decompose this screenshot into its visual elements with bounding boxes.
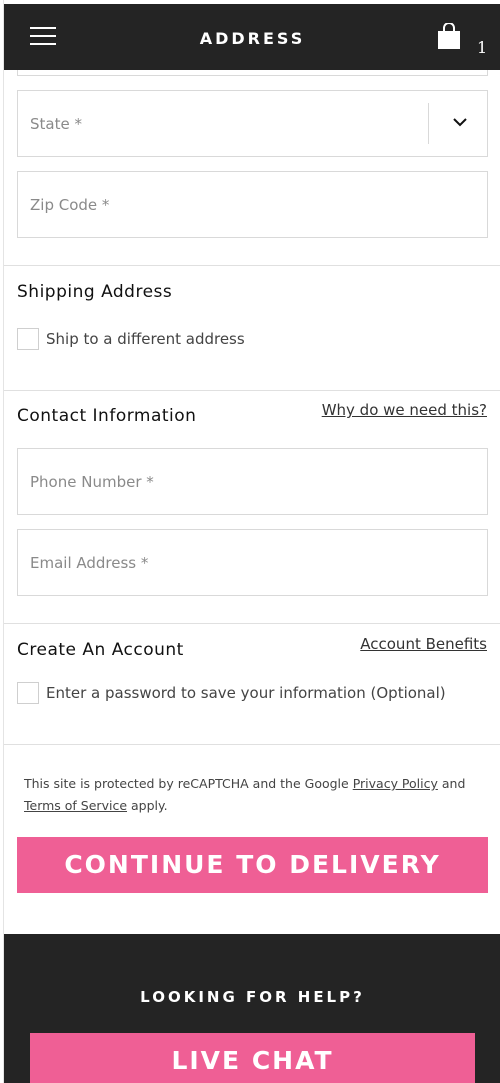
- ship-different-row[interactable]: Ship to a different address: [17, 328, 245, 350]
- section-divider: [4, 744, 500, 745]
- phone-number-placeholder: Phone Number *: [30, 473, 154, 491]
- section-divider: [4, 265, 500, 266]
- shipping-address-heading: Shipping Address: [17, 282, 173, 302]
- cart-count-badge[interactable]: 1: [477, 38, 487, 57]
- select-divider: [428, 103, 429, 144]
- email-address-field[interactable]: Email Address *: [17, 529, 488, 596]
- ship-different-label[interactable]: Ship to a different address: [46, 330, 245, 348]
- account-benefits-link[interactable]: Account Benefits: [360, 635, 487, 653]
- create-account-row[interactable]: Enter a password to save your informatio…: [17, 682, 446, 704]
- recaptcha-suffix: apply.: [127, 798, 168, 813]
- section-divider: [4, 390, 500, 391]
- shopping-bag-icon[interactable]: [437, 23, 461, 49]
- create-account-label[interactable]: Enter a password to save your informatio…: [46, 684, 446, 702]
- page-title: ADDRESS: [199, 29, 306, 48]
- contact-information-heading: Contact Information: [17, 406, 197, 426]
- create-account-checkbox[interactable]: [17, 682, 39, 704]
- ship-different-checkbox[interactable]: [17, 328, 39, 350]
- state-select[interactable]: State *: [17, 90, 488, 157]
- recaptcha-and: and: [437, 776, 466, 791]
- page-frame: ADDRESS 1 State * Zip Code * Shipping Ad…: [3, 0, 500, 1083]
- phone-number-field[interactable]: Phone Number *: [17, 448, 488, 515]
- create-account-heading: Create An Account: [17, 640, 184, 660]
- zip-code-placeholder: Zip Code *: [30, 196, 110, 214]
- help-heading: LOOKING FOR HELP?: [140, 988, 365, 1006]
- state-placeholder: State *: [30, 115, 82, 133]
- section-divider: [4, 623, 500, 624]
- privacy-policy-link[interactable]: Privacy Policy: [353, 776, 438, 791]
- chevron-down-icon[interactable]: [453, 117, 467, 127]
- help-footer: LOOKING FOR HELP? LIVE CHAT: [4, 934, 500, 1083]
- continue-to-delivery-button[interactable]: CONTINUE TO DELIVERY: [17, 837, 488, 893]
- terms-of-service-link[interactable]: Terms of Service: [24, 798, 127, 813]
- why-need-this-link[interactable]: Why do we need this?: [322, 401, 487, 419]
- recaptcha-prefix: This site is protected by reCAPTCHA and …: [24, 776, 353, 791]
- zip-code-field[interactable]: Zip Code *: [17, 171, 488, 238]
- app-header: ADDRESS 1: [4, 4, 500, 70]
- recaptcha-notice: This site is protected by reCAPTCHA and …: [24, 773, 489, 817]
- email-address-placeholder: Email Address *: [30, 554, 149, 572]
- live-chat-button[interactable]: LIVE CHAT: [30, 1033, 475, 1083]
